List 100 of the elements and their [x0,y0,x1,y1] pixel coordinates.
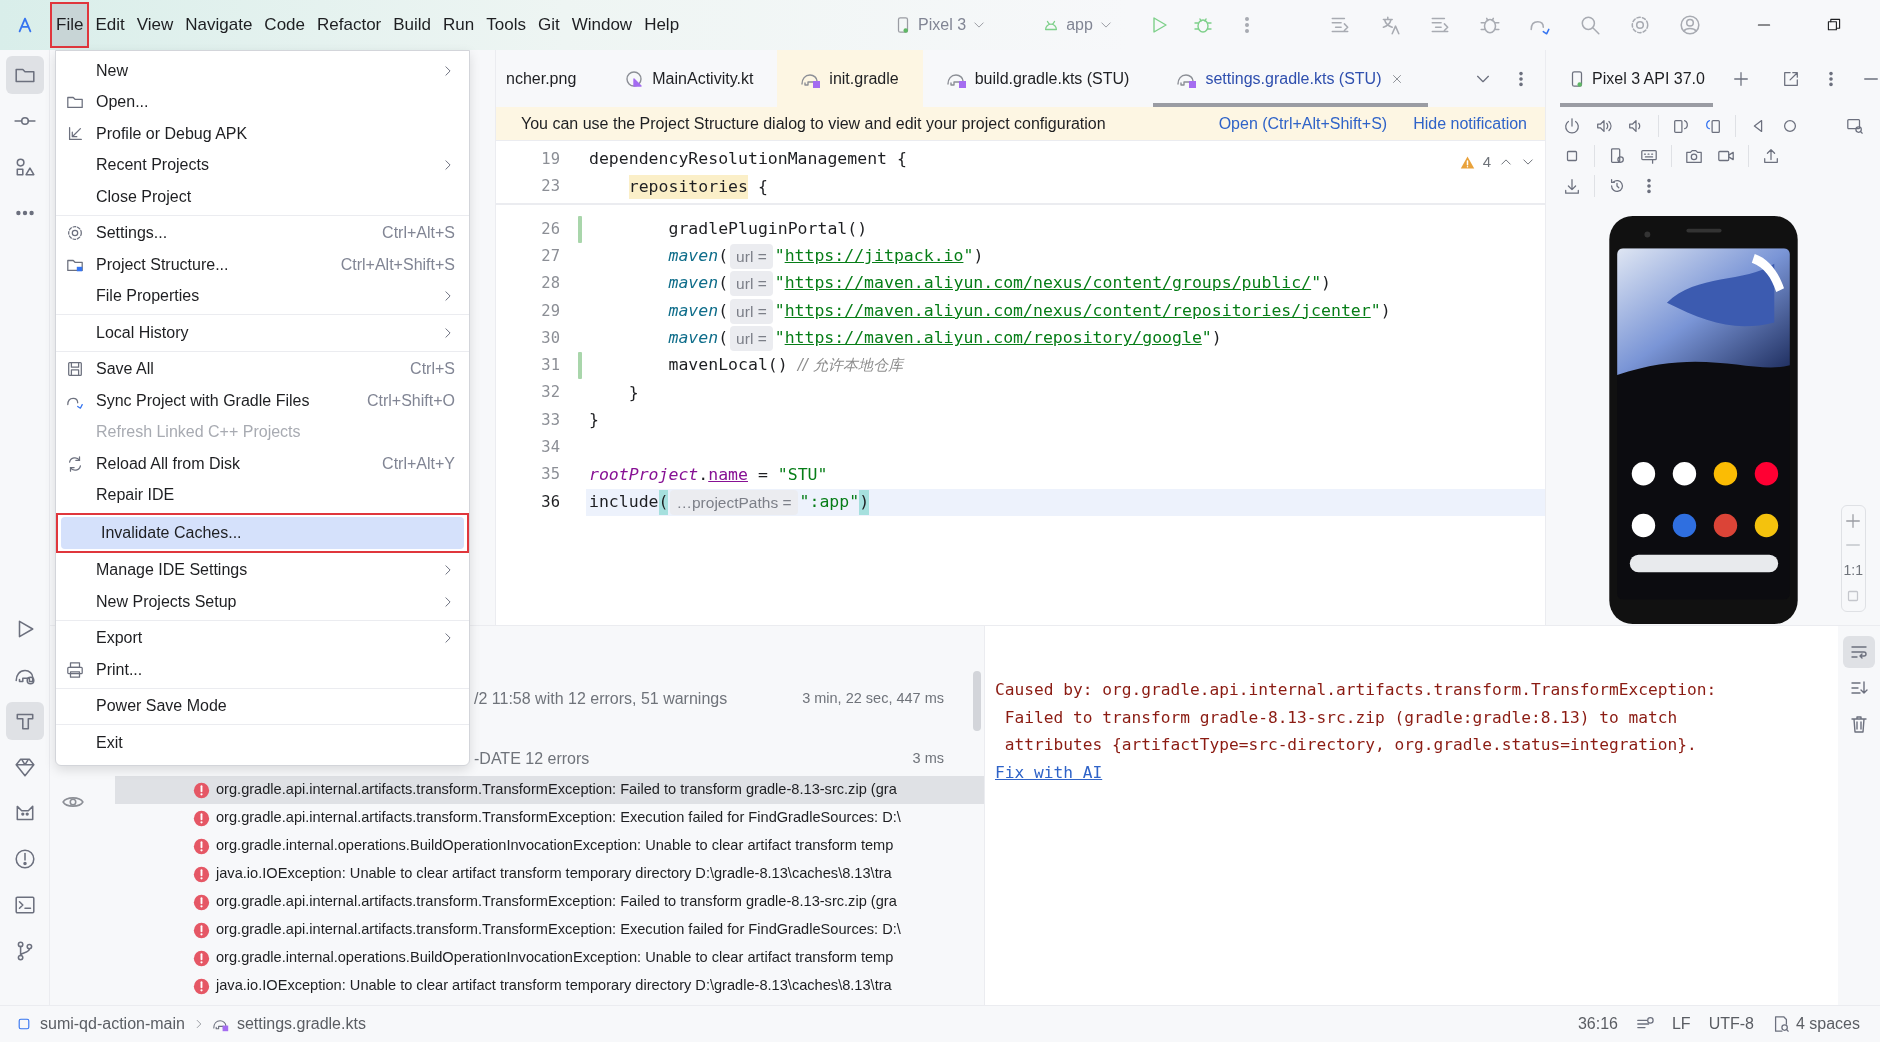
add-icon[interactable] [1731,69,1750,88]
menu-bar-item[interactable]: Code [258,2,311,48]
menu-item[interactable]: Open... [56,86,469,118]
menu-item[interactable]: Local History [56,317,469,349]
tree-row[interactable]: java.io.IOException: Unable to clear artifact transform temporary directory D:\gradle-8.13\caches\8.13\tra [115,860,984,888]
file-encoding[interactable]: UTF-8 [1708,1012,1754,1036]
editor-tab[interactable]: ncher.png [496,50,601,107]
tool-window-button[interactable] [5,702,44,740]
device-selector[interactable]: Pixel 3 [890,13,991,37]
download-icon[interactable] [1563,177,1581,195]
code-line: dependencyResolutionManagement { [588,148,908,171]
build-summary-text[interactable]: /2 11:58 with 12 errors, 51 warnings [474,687,728,711]
error-icon [193,949,210,967]
menu-bar-item[interactable]: Refactor [311,2,388,48]
caret-position[interactable]: 36:16 [1577,1012,1618,1036]
menu-bar-item[interactable]: Navigate [179,2,259,48]
code-line: gradlePluginPortal() [667,217,869,240]
run-config-selector[interactable]: app [1038,13,1117,37]
menu-item[interactable]: Settings... Ctrl+Alt+S [56,217,469,249]
tree-row[interactable]: org.gradle.api.internal.artifacts.transform.TransformException: Failed to transform gradle-8.13-src.zip (gra [115,776,984,804]
editor-tab[interactable]: build.gradle.kts (STU) [922,50,1154,107]
notification-link[interactable]: Hide notification [1413,111,1527,136]
menu-item[interactable]: Reload All from Disk Ctrl+Alt+Y [56,448,469,480]
menu-item[interactable]: Power Save Mode [56,690,469,722]
menu-item[interactable]: New Projects Setup [56,586,469,618]
editor-tab[interactable]: MainActivity.kt [600,50,778,107]
menu-item[interactable]: Exit [56,727,469,759]
power-icon[interactable] [1563,117,1581,135]
error-message: java.io.IOException: Unable to clear artifact transform temporary directory D:\gradle-8.13\caches\8.13\tra [216,864,892,884]
tree-row[interactable]: org.gradle.api.internal.artifacts.transform.TransformException: Execution failed for FindGradleSources: D:\ [115,804,984,832]
menu-bar-item[interactable]: Window [565,2,639,48]
breadcrumb[interactable]: sumi-qd-action-main [40,1012,185,1036]
upload-icon[interactable] [1762,147,1780,165]
gem-icon[interactable] [13,756,36,778]
apk-icon [66,124,84,143]
menu-item[interactable]: Sync Project with Gradle Files Ctrl+Shift+O [56,385,469,417]
build-summary-text[interactable]: -DATE 12 errors [474,747,590,771]
code-line: rootProject.name = "STU" [588,463,829,486]
menu-bar-item[interactable]: Tools [480,2,532,48]
terminal-icon[interactable] [13,894,36,916]
warning-count[interactable]: 4 [1482,151,1491,174]
history-icon[interactable] [1608,177,1626,195]
menu-item[interactable]: Project Structure... Ctrl+Alt+Shift+S [56,249,469,281]
tree-row[interactable]: org.gradle.api.internal.artifacts.transform.TransformException: Failed to transform gradle-8.13-src.zip (gra [115,888,984,916]
build-duration: 3 ms [912,749,944,769]
logo-icon [16,16,34,34]
camera-icon[interactable] [1685,147,1703,165]
menu-bar-item[interactable]: Run [437,2,481,48]
rotate-right-icon[interactable] [1704,117,1722,135]
menu-item[interactable]: Recent Projects [56,149,469,181]
rotate-left-icon[interactable] [1672,117,1690,135]
error-icon [193,837,210,855]
error-icon [193,781,210,799]
line-number: 27 [540,245,560,267]
menu-bar-item[interactable]: File [50,2,90,48]
problems-icon[interactable] [13,848,36,870]
scrollbar-thumb[interactable] [973,671,981,731]
menu-item[interactable]: File Properties [56,280,469,312]
keyboard-icon[interactable] [1640,147,1658,165]
notification-link[interactable]: Open (Ctrl+Alt+Shift+S) [1218,111,1388,136]
menu-item[interactable]: Profile or Debug APK [56,118,469,150]
volume-up-icon[interactable] [1595,117,1613,135]
soft-wrap-button[interactable] [1843,636,1875,668]
menu-item[interactable]: Export [56,622,469,654]
menu-item[interactable]: Print... [56,654,469,686]
display-icon[interactable] [1846,117,1864,135]
tree-row[interactable]: org.gradle.api.internal.artifacts.transform.TransformException: Execution failed for FindGradleSources: D:\ [115,916,984,944]
menu-item[interactable]: Manage IDE Settings [56,554,469,586]
trash-icon[interactable] [1849,714,1869,734]
error-message: java.io.IOException: Unable to clear artifact transform temporary directory D:\gradle-8.13\caches\8.13\tra [216,976,892,996]
indent-setting[interactable]: 4 spaces [1771,1012,1860,1036]
menu-bar-item[interactable]: Edit [89,2,131,48]
breadcrumb[interactable]: settings.gradle.kts [236,1012,366,1036]
home-icon[interactable] [1781,117,1799,135]
zoom-label[interactable]: 1:1 [1843,560,1863,581]
popout-icon[interactable] [1781,69,1800,88]
code-line: } [588,408,600,431]
line-separator[interactable]: LF [1671,1012,1691,1036]
menu-item[interactable]: Invalidate Caches... [61,517,464,549]
menu-item[interactable]: Save All Ctrl+S [56,353,469,385]
tree-row[interactable]: org.gradle.internal.operations.BuildOperationInvocationException: Unable to clear artifact transform temp [115,832,984,860]
shortcut-label: Ctrl+Alt+S [382,223,455,244]
code-line: mavenLocal() // 允许本地仓库 [667,354,906,377]
menu-item[interactable]: New [56,55,469,87]
device-settings-icon[interactable] [1608,147,1626,165]
menu-item[interactable]: Repair IDE [56,479,469,511]
editor-tab[interactable]: init.gradle [777,50,923,107]
menu-bar-item[interactable]: Help [638,2,686,48]
menu-bar-item[interactable]: Build [387,2,438,48]
restore-icon[interactable] [1826,17,1842,33]
shortcut-label: Ctrl+S [410,359,455,380]
device-tab[interactable]: Pixel 3 API 37.0 [1560,50,1713,107]
menu-item[interactable]: Close Project [56,181,469,213]
editor-tab[interactable]: settings.gradle.kts (STU) [1153,50,1428,107]
menu-bar-item[interactable]: View [130,2,180,48]
menu-bar-item[interactable]: Git [531,2,566,48]
tree-row[interactable]: java.io.IOException: Unable to clear artifact transform temporary directory D:\gradle-8.13\caches\8.13\tra [115,972,984,1000]
tree-row[interactable]: org.gradle.internal.operations.BuildOperationInvocationException: Unable to clear artifact transform temp [115,944,984,972]
tool-window-button[interactable] [5,56,44,94]
fix-link[interactable]: Fix with AI [995,762,1103,782]
